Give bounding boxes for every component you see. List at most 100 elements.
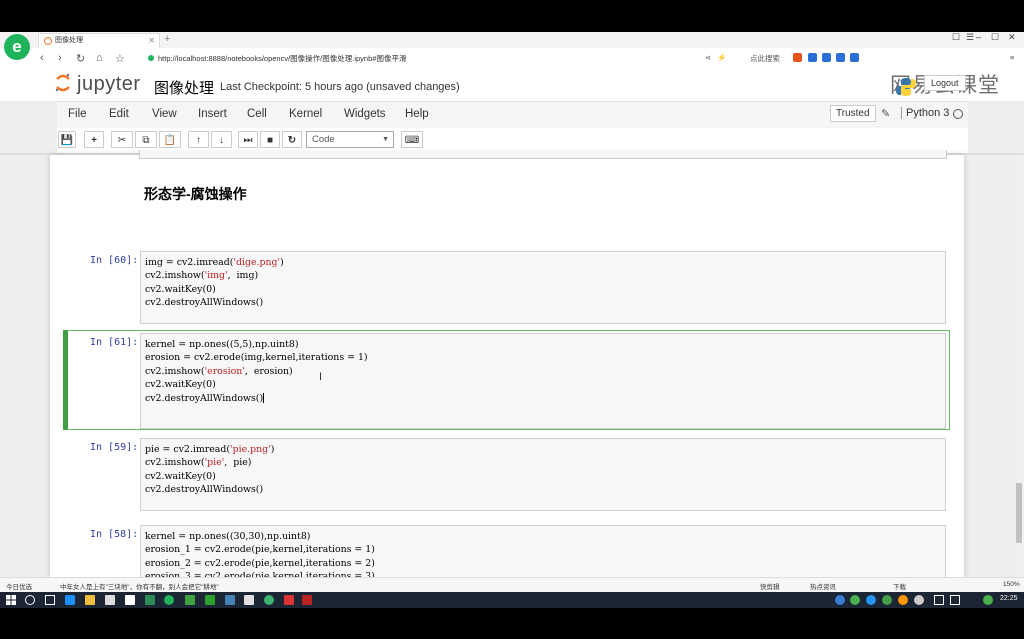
store-icon[interactable] bbox=[105, 595, 115, 605]
browser-menu-icon[interactable]: ≡ bbox=[1010, 53, 1014, 62]
edge-browser-icon[interactable] bbox=[65, 595, 75, 605]
code-token: kernel = np.ones((30,30),np.uint8) bbox=[145, 531, 311, 542]
restart-button[interactable]: ↻ bbox=[282, 131, 302, 148]
kernel-name[interactable]: Python 3 bbox=[901, 107, 949, 119]
code-input-area[interactable]: img = cv2.imread('dige.png') cv2.imshow('… bbox=[140, 251, 946, 324]
extension-icon[interactable] bbox=[822, 53, 831, 62]
status-quick-edit[interactable]: 快剪辑 bbox=[760, 581, 780, 591]
app-icon[interactable] bbox=[302, 595, 312, 605]
network-icon[interactable] bbox=[934, 595, 944, 605]
status-news-headline[interactable]: 中年女人是上有"三块地"，你有不翻，别人会把它"耕地" bbox=[60, 581, 219, 591]
window-close-icon[interactable]: ✕ bbox=[1008, 32, 1016, 43]
extension-icon[interactable] bbox=[793, 53, 802, 62]
reload-icon[interactable]: ↻ bbox=[76, 52, 85, 65]
extension-icon[interactable] bbox=[836, 53, 845, 62]
insert-cell-button[interactable]: + bbox=[84, 131, 104, 148]
tray-icon[interactable] bbox=[882, 595, 892, 605]
page-scrollbar[interactable] bbox=[1014, 155, 1024, 577]
status-news-label[interactable]: 今日优选 bbox=[6, 581, 32, 591]
search-icon[interactable] bbox=[25, 595, 35, 605]
tab-close-icon[interactable]: ✕ bbox=[148, 34, 155, 48]
code-cell-selected[interactable]: In [61]: kernel = np.ones((5,5),np.uint8)… bbox=[63, 330, 950, 430]
tab-title: 图像处理 bbox=[55, 37, 83, 44]
tray-icon[interactable] bbox=[898, 595, 908, 605]
window-menu-icon[interactable]: ☰ bbox=[966, 32, 974, 43]
code-cell[interactable]: In [59]: pie = cv2.imread('pie.png') cv2.i… bbox=[63, 435, 950, 512]
command-palette-button[interactable]: ⌨ bbox=[401, 131, 423, 148]
app-icon[interactable] bbox=[225, 595, 235, 605]
home-icon[interactable]: ⌂ bbox=[96, 52, 103, 64]
app-icon[interactable] bbox=[185, 595, 195, 605]
extension-icon[interactable] bbox=[808, 53, 817, 62]
window-restore-icon[interactable]: ☐ bbox=[952, 32, 960, 43]
tray-icon[interactable] bbox=[850, 595, 860, 605]
menu-kernel[interactable]: Kernel bbox=[289, 108, 322, 120]
extension-icon[interactable] bbox=[850, 53, 859, 62]
browser-status-bar: 今日优选 中年女人是上有"三块地"，你有不翻，别人会把它"耕地" 快剪辑 热点资… bbox=[0, 577, 1024, 592]
code-input-area[interactable]: pie = cv2.imread('pie.png') cv2.imshow('p… bbox=[140, 438, 946, 511]
menu-file[interactable]: File bbox=[68, 108, 87, 120]
code-token: cv2.destroyAllWindows() bbox=[145, 484, 264, 496]
trusted-indicator[interactable]: Trusted bbox=[830, 105, 876, 122]
flash-icon[interactable]: ⚡ bbox=[717, 53, 726, 62]
menu-insert[interactable]: Insert bbox=[198, 108, 227, 120]
menu-help[interactable]: Help bbox=[405, 108, 429, 120]
bookmark-star-icon[interactable]: ☆ bbox=[115, 52, 125, 65]
app-icon[interactable] bbox=[244, 595, 254, 605]
jupyter-favicon-icon bbox=[44, 37, 52, 45]
forward-icon[interactable]: › bbox=[58, 52, 62, 64]
app-icon[interactable] bbox=[205, 595, 215, 605]
move-up-button[interactable]: ↑ bbox=[188, 131, 209, 148]
notebook-title[interactable]: 图像处理 bbox=[154, 77, 214, 98]
windows-taskbar: 22:25 bbox=[0, 592, 1024, 608]
status-download[interactable]: 下载 bbox=[893, 581, 906, 591]
cell-type-select[interactable]: Code ▼ bbox=[306, 131, 394, 148]
code-input-area[interactable]: kernel = np.ones((5,5),np.uint8) erosion … bbox=[140, 333, 946, 429]
tray-icon[interactable] bbox=[914, 595, 924, 605]
tray-icon[interactable] bbox=[866, 595, 876, 605]
menu-widgets[interactable]: Widgets bbox=[344, 108, 386, 120]
copy-button[interactable]: ⧉ bbox=[135, 131, 157, 148]
markdown-heading[interactable]: 形态学-腐蚀操作 bbox=[144, 184, 247, 204]
app-icon[interactable] bbox=[284, 595, 294, 605]
window-minimize-icon[interactable]: – bbox=[976, 32, 981, 42]
task-view-icon[interactable] bbox=[45, 595, 55, 605]
browser-tab[interactable]: 图像处理 ✕ bbox=[38, 33, 160, 49]
volume-icon[interactable] bbox=[950, 595, 960, 605]
code-token: erosion_2 = cv2.erode(pie,kernel,iterati… bbox=[145, 557, 375, 569]
status-zoom[interactable]: 150% bbox=[1003, 581, 1020, 588]
tray-icon[interactable] bbox=[835, 595, 845, 605]
wechat-icon[interactable] bbox=[264, 595, 274, 605]
code-token: , erosion) bbox=[244, 365, 293, 377]
code-cell[interactable]: In [60]: img = cv2.imread('dige.png') cv2.… bbox=[63, 248, 950, 325]
logout-button[interactable]: Logout bbox=[924, 75, 966, 91]
menu-view[interactable]: View bbox=[152, 108, 177, 120]
share-icon[interactable]: ⋖ bbox=[705, 53, 711, 62]
cell-prompt: In [58]: bbox=[90, 529, 139, 540]
interrupt-button[interactable]: ■ bbox=[260, 131, 280, 148]
new-tab-button[interactable]: + bbox=[164, 33, 170, 45]
back-icon[interactable]: ‹ bbox=[40, 52, 44, 64]
mail-icon[interactable] bbox=[125, 595, 135, 605]
cell-prompt: In [61]: bbox=[90, 337, 139, 348]
cell-prompt: In [60]: bbox=[90, 255, 139, 266]
run-button[interactable]: ⏭ bbox=[238, 131, 258, 148]
app-icon[interactable] bbox=[145, 595, 155, 605]
paste-button[interactable]: 📋 bbox=[159, 131, 181, 148]
code-token: cv2.waitKey(0) bbox=[145, 379, 216, 391]
menu-edit[interactable]: Edit bbox=[109, 108, 129, 120]
360-browser-taskbar-icon[interactable] bbox=[164, 595, 174, 605]
menu-cell[interactable]: Cell bbox=[247, 108, 267, 120]
status-hot-news[interactable]: 热点资讯 bbox=[810, 581, 836, 591]
cut-button[interactable]: ✂ bbox=[111, 131, 133, 148]
file-explorer-icon[interactable] bbox=[85, 595, 95, 605]
notification-icon[interactable] bbox=[983, 595, 993, 605]
search-label[interactable]: 点此搜索 bbox=[750, 53, 780, 64]
url-field[interactable]: http://localhost:8888/notebooks/opencv/图… bbox=[158, 53, 406, 64]
window-maximize-icon[interactable]: ☐ bbox=[991, 32, 999, 43]
windows-start-icon[interactable] bbox=[6, 595, 16, 605]
save-button[interactable]: 💾 bbox=[58, 131, 76, 148]
python-logo-icon bbox=[896, 78, 916, 96]
scrollbar-thumb[interactable] bbox=[1016, 483, 1022, 543]
move-down-button[interactable]: ↓ bbox=[211, 131, 232, 148]
